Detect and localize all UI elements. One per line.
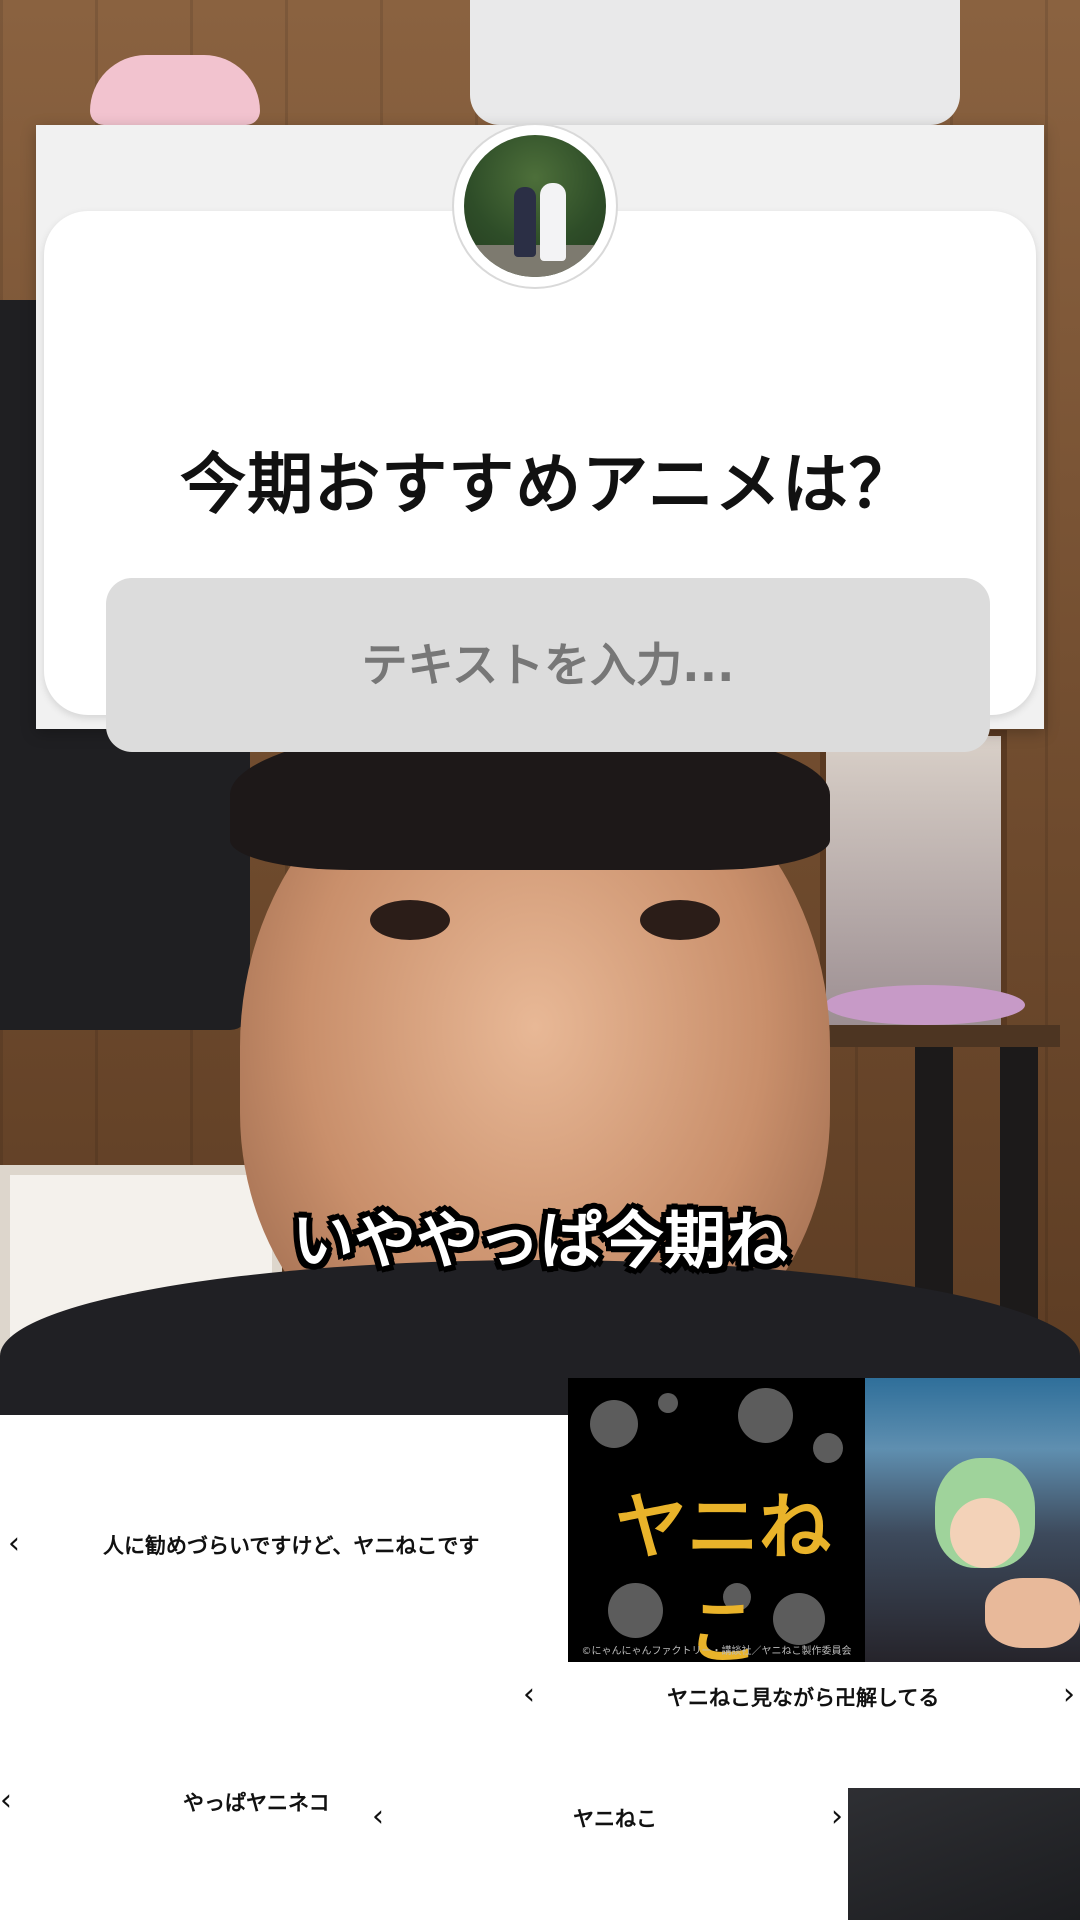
reply-text: 人に勧めづらいですけど、ヤニねこです — [103, 1534, 480, 1558]
person-eye — [370, 900, 450, 940]
prev-chevron-icon[interactable]: ‹ — [0, 1786, 12, 1816]
anime-logo: ヤニねこ ©にゃんにゃんファクトリー・講談社／ヤニねこ製作委員会 — [568, 1378, 865, 1662]
next-chevron-icon[interactable]: › — [1063, 1680, 1075, 1710]
pink-hanger — [90, 55, 260, 125]
prev-chevron-icon[interactable]: ‹ — [523, 1680, 535, 1710]
anime-key-visual — [865, 1378, 1080, 1662]
anime-copyright: ©にゃんにゃんファクトリー・講談社／ヤニねこ製作委員会 — [581, 1646, 852, 1657]
question-text: 今期おすすめアニメは？ — [180, 446, 916, 523]
prev-chevron-icon[interactable]: ‹ — [8, 1529, 20, 1559]
shelf — [820, 1025, 1060, 1047]
person-eye — [640, 900, 720, 940]
question-sticker: 今期おすすめアニメは？ テキストを入力... — [36, 125, 1044, 752]
reply-text: ヤニねこ見ながら卍解してる — [667, 1686, 940, 1710]
anime-title: ヤニねこ — [614, 1484, 831, 1662]
reply-text: ヤニねこ — [573, 1807, 657, 1831]
next-chevron-icon[interactable]: › — [831, 1802, 843, 1832]
avatar-image — [464, 135, 606, 277]
video-thumbnail[interactable] — [848, 1788, 1080, 1920]
reply-text: やっぱヤニネコ — [183, 1791, 330, 1815]
white-tshirt — [470, 0, 960, 125]
answer-input[interactable]: テキストを入力... — [106, 578, 990, 752]
avatar[interactable] — [454, 125, 616, 287]
prev-chevron-icon[interactable]: ‹ — [372, 1802, 384, 1832]
video-caption: いややっぱ今期ね — [291, 1204, 788, 1277]
anime-card[interactable]: ヤニねこ ©にゃんにゃんファクトリー・講談社／ヤニねこ製作委員会 — [568, 1378, 1080, 1662]
figure-stand — [825, 985, 1025, 1025]
